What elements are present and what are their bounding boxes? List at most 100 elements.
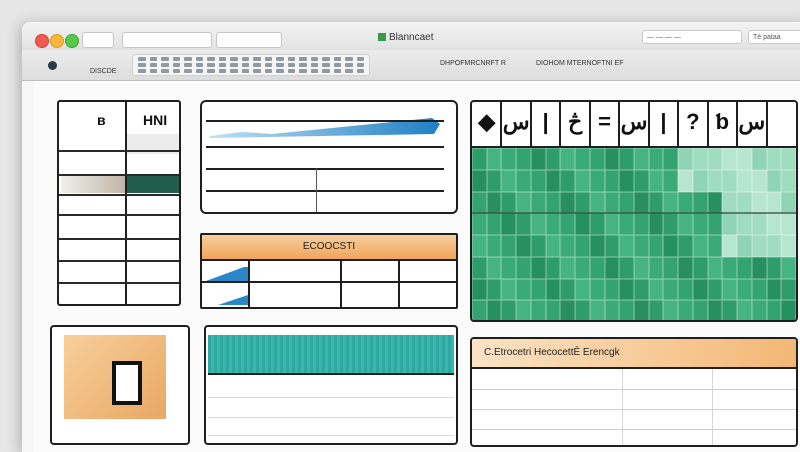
grid-cell[interactable]	[634, 278, 649, 301]
grid-cell[interactable]	[589, 191, 605, 214]
grid-cell[interactable]	[707, 169, 723, 192]
grid-cell[interactable]	[648, 213, 664, 235]
ribbon-tool-icon[interactable]	[218, 57, 226, 61]
grid-cell[interactable]	[619, 169, 634, 192]
grid-cell[interactable]	[619, 278, 634, 301]
grid-cell[interactable]	[634, 169, 649, 192]
grid-cell[interactable]	[589, 148, 605, 170]
ribbon-tool-icon[interactable]	[230, 63, 238, 67]
grid-cell[interactable]	[692, 148, 708, 170]
grid-cell[interactable]	[516, 235, 531, 257]
grid-cell[interactable]	[751, 148, 767, 170]
grid-cell[interactable]	[766, 278, 782, 301]
grid-cell[interactable]	[501, 256, 517, 279]
grid-cell[interactable]	[766, 148, 782, 170]
grid-cell[interactable]	[501, 148, 517, 170]
grid-cell[interactable]	[648, 191, 664, 214]
grid-column-header[interactable]: س	[737, 102, 766, 146]
ribbon-tool-icon[interactable]	[207, 57, 215, 61]
ribbon-tool-icon[interactable]	[287, 69, 295, 73]
grid-cell[interactable]	[648, 148, 664, 170]
grid-cell[interactable]	[486, 213, 502, 235]
ribbon-tool-icon[interactable]	[172, 69, 180, 73]
ribbon-tool-icon[interactable]	[276, 69, 284, 73]
grid-cell[interactable]	[472, 235, 487, 257]
grid-cell[interactable]	[530, 148, 546, 170]
ribbon-tool-icon[interactable]	[322, 57, 330, 61]
grid-cell[interactable]	[692, 256, 708, 279]
ribbon-tool-icon[interactable]	[184, 69, 192, 73]
grid-cell[interactable]	[472, 213, 487, 235]
grid-cell[interactable]	[648, 300, 664, 320]
grid-cell[interactable]	[472, 169, 487, 192]
grid-cell[interactable]	[486, 256, 502, 279]
grid-cell[interactable]	[692, 300, 708, 320]
grid-cell[interactable]	[707, 191, 723, 214]
search-field-secondary[interactable]: Té раtаа	[748, 30, 800, 44]
grid-cell[interactable]	[472, 191, 487, 214]
ribbon-tool-icon[interactable]	[149, 57, 157, 61]
ribbon-tool-icon[interactable]	[161, 69, 169, 73]
ribbon-tool-icon[interactable]	[333, 57, 341, 61]
grid-cell[interactable]	[707, 300, 723, 320]
ribbon-tool-icon[interactable]	[276, 63, 284, 67]
grid-cell[interactable]	[678, 169, 693, 192]
grid-cell[interactable]	[560, 169, 576, 192]
grid-cell[interactable]	[751, 256, 767, 279]
grid-cell[interactable]	[516, 191, 531, 214]
grid-cell[interactable]	[589, 235, 605, 257]
grid-cell[interactable]	[560, 213, 576, 235]
ribbon-tool-icon[interactable]	[310, 57, 318, 61]
ribbon-tool-icon[interactable]	[287, 63, 295, 67]
grid-cell[interactable]	[604, 148, 620, 170]
grid-cell[interactable]	[737, 191, 752, 214]
grid-cell[interactable]	[678, 213, 693, 235]
grid-cell[interactable]	[486, 148, 502, 170]
grid-cell[interactable]	[589, 300, 605, 320]
grid-cell[interactable]	[575, 300, 590, 320]
ribbon-tool-icon[interactable]	[253, 63, 261, 67]
grid-cell[interactable]	[648, 278, 664, 301]
grid-cell[interactable]	[589, 213, 605, 235]
grid-cell[interactable]	[678, 148, 693, 170]
grid-cell[interactable]	[486, 278, 502, 301]
ribbon-tool-icon[interactable]	[310, 69, 318, 73]
ribbon-tool-icon[interactable]	[172, 57, 180, 61]
ribbon-tool-icon[interactable]	[264, 63, 272, 67]
grid-cell[interactable]	[692, 191, 708, 214]
grid-cell[interactable]	[751, 169, 767, 192]
grid-cell[interactable]	[575, 169, 590, 192]
grid-cell[interactable]	[486, 300, 502, 320]
grid-body[interactable]	[472, 148, 796, 320]
left-table-dark-cell[interactable]	[127, 175, 179, 193]
grid-cell[interactable]	[634, 300, 649, 320]
title-toolbar-field-2[interactable]	[216, 32, 282, 48]
ribbon-tool-icon[interactable]	[345, 63, 353, 67]
maximize-window-button[interactable]	[65, 34, 79, 48]
ribbon-tool-icon[interactable]	[241, 69, 249, 73]
grid-cell[interactable]	[781, 148, 796, 170]
grid-cell[interactable]	[737, 235, 752, 257]
grid-cell[interactable]	[604, 300, 620, 320]
grid-cell[interactable]	[516, 278, 531, 301]
grid-cell[interactable]	[604, 278, 620, 301]
grid-column-header[interactable]: ƅ	[708, 102, 737, 146]
grid-cell[interactable]	[589, 278, 605, 301]
ribbon-tool-icon[interactable]	[195, 57, 203, 61]
grid-cell[interactable]	[530, 235, 546, 257]
grid-cell[interactable]	[722, 169, 738, 192]
grid-cell[interactable]	[781, 278, 796, 301]
ribbon-tool-icon[interactable]	[241, 63, 249, 67]
grid-cell[interactable]	[501, 191, 517, 214]
grid-cell[interactable]	[516, 300, 531, 320]
grid-cell[interactable]	[472, 300, 487, 320]
grid-cell[interactable]	[501, 169, 517, 192]
grid-cell[interactable]	[575, 213, 590, 235]
grid-cell[interactable]	[560, 191, 576, 214]
grid-cell[interactable]	[737, 169, 752, 192]
grid-cell[interactable]	[589, 169, 605, 192]
grid-cell[interactable]	[604, 256, 620, 279]
grid-cell[interactable]	[737, 148, 752, 170]
grid-cell[interactable]	[678, 256, 693, 279]
ribbon-tool-icon[interactable]	[161, 63, 169, 67]
